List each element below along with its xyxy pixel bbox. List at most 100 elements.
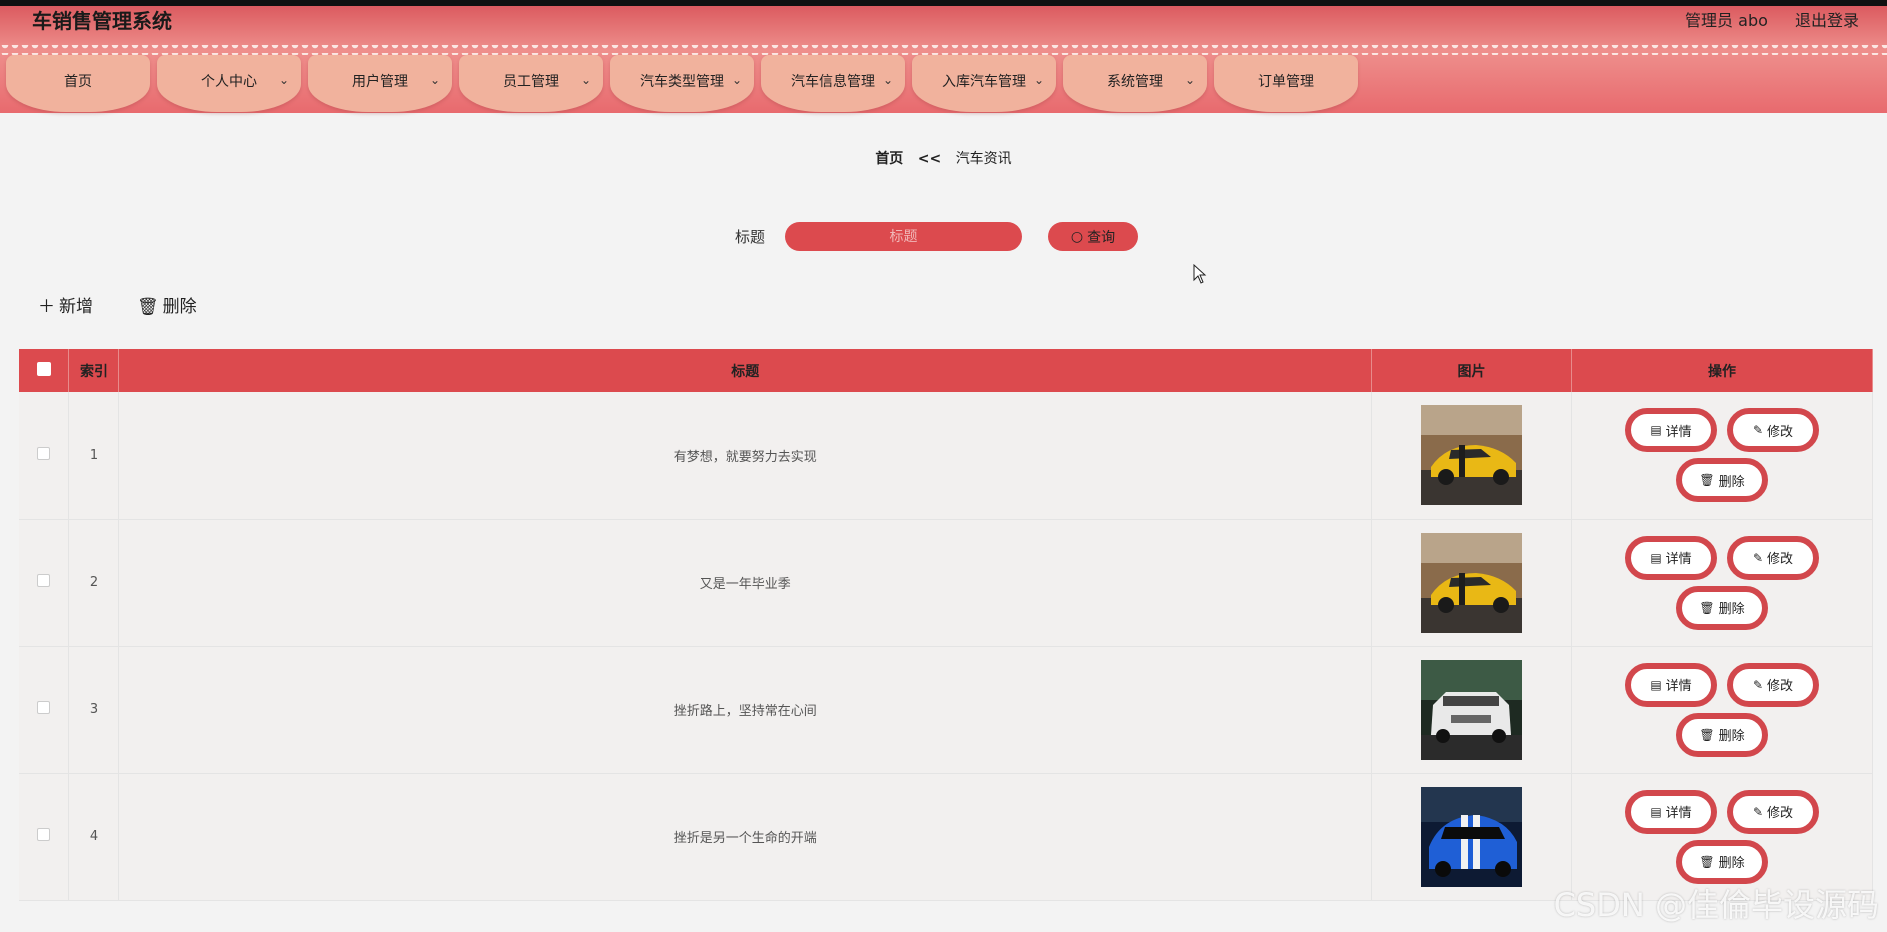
mouse-cursor-icon <box>1193 264 1207 284</box>
row-index: 3 <box>68 646 120 774</box>
menu-item-label: 订单管理 <box>1258 73 1314 90</box>
delete-button[interactable]: 🗑 删除 <box>1676 839 1768 884</box>
delete-button[interactable]: 🗑 删除 <box>1676 712 1768 757</box>
delete-button[interactable]: 🗑 删除 <box>1676 458 1768 503</box>
menu-item-home[interactable]: 首页 <box>6 55 150 112</box>
row-checkbox[interactable] <box>37 574 51 587</box>
chevron-down-icon: ⌄ <box>278 73 289 87</box>
delete-button-label: 删除 <box>1718 474 1745 490</box>
yellow-sports-car-image[interactable] <box>1421 532 1523 633</box>
query-button-label: 查询 <box>1087 229 1116 246</box>
menu-item-car-info-management[interactable]: 汽车信息管理 ⌄ <box>761 55 905 112</box>
row-actions-cell: ▤ 详情 ✎ 修改 🗑 删除 <box>1571 392 1873 520</box>
row-image-cell <box>1371 646 1572 774</box>
batch-delete-button-label: 删除 <box>162 297 197 317</box>
trash-icon: 🗑 <box>1699 854 1715 869</box>
breadcrumb-home[interactable]: 首页 <box>875 151 903 167</box>
blue-sports-car-image[interactable] <box>1421 786 1523 887</box>
detail-button-label: 详情 <box>1665 552 1692 567</box>
chevron-down-icon: ⌄ <box>882 73 893 87</box>
breadcrumb-current: 汽车资讯 <box>955 151 1012 167</box>
document-icon: ▤ <box>1650 550 1662 565</box>
batch-delete-button[interactable]: 🗑 删除 <box>137 292 197 317</box>
row-select-cell <box>19 519 70 647</box>
search-title-input[interactable] <box>785 222 1022 251</box>
pencil-icon: ✎ <box>1752 550 1764 565</box>
column-header-title: 标题 <box>118 349 1373 392</box>
search-icon: ○ <box>1070 228 1084 245</box>
news-table: 索引 标题 图片 操作 1 有梦想，就要努力去实现 ▤ 详情 ✎ 修改 🗑 删除… <box>19 349 1873 901</box>
watermark-text: CSDN @佳倫毕设源码 <box>1553 886 1879 924</box>
logout-link[interactable]: 退出登录 <box>1795 11 1859 30</box>
edit-button-label: 修改 <box>1767 806 1794 821</box>
row-checkbox[interactable] <box>37 446 51 460</box>
top-header: 车销售管理系统 管理员 abo 退出登录 首页 个人中心 ⌄ 用户管理 ⌄ 员工… <box>0 0 1887 113</box>
detail-button-label: 详情 <box>1665 806 1692 821</box>
edit-button[interactable]: ✎ 修改 <box>1727 408 1819 453</box>
user-area: 管理员 abo 退出登录 <box>1663 7 1859 31</box>
document-icon: ▤ <box>1650 423 1662 438</box>
breadcrumb-separator: << <box>917 151 942 167</box>
add-button[interactable]: ＋新增 <box>38 292 93 317</box>
edit-button[interactable]: ✎ 修改 <box>1727 789 1819 834</box>
trash-icon: 🗑 <box>137 297 159 317</box>
search-title-label: 标题 <box>735 228 766 246</box>
menu-item-car-type-management[interactable]: 汽车类型管理 ⌄ <box>610 55 754 112</box>
select-all-cell <box>19 349 70 392</box>
menu-item-stock-car-management[interactable]: 入库汽车管理 ⌄ <box>912 55 1056 112</box>
delete-button-label: 删除 <box>1718 602 1745 617</box>
table-row: 3 挫折路上，坚持常在心间 ▤ 详情 ✎ 修改 🗑 删除 <box>19 646 1873 774</box>
chevron-down-icon: ⌄ <box>1184 73 1195 87</box>
row-checkbox[interactable] <box>37 701 51 714</box>
chevron-down-icon: ⌄ <box>731 73 742 87</box>
row-image-cell <box>1371 519 1572 647</box>
plus-icon: ＋ <box>38 297 55 317</box>
row-checkbox[interactable] <box>37 828 51 841</box>
document-icon: ▤ <box>1650 804 1662 819</box>
pencil-icon: ✎ <box>1752 677 1764 692</box>
row-select-cell <box>19 646 70 774</box>
menu-item-system-management[interactable]: 系统管理 ⌄ <box>1063 55 1207 112</box>
document-icon: ▤ <box>1650 677 1662 692</box>
edit-button[interactable]: ✎ 修改 <box>1727 535 1819 580</box>
pencil-icon: ✎ <box>1752 423 1764 438</box>
detail-button[interactable]: ▤ 详情 <box>1625 535 1717 580</box>
column-header-index: 索引 <box>68 349 120 392</box>
menu-item-label: 汽车信息管理 <box>791 73 875 90</box>
chevron-down-icon: ⌄ <box>429 73 440 87</box>
detail-button[interactable]: ▤ 详情 <box>1625 408 1717 453</box>
row-index: 1 <box>68 392 120 520</box>
yellow-sports-car-image[interactable] <box>1421 405 1523 506</box>
query-button[interactable]: ○ 查询 <box>1048 222 1138 251</box>
row-image-cell <box>1371 392 1572 520</box>
table-row: 1 有梦想，就要努力去实现 ▤ 详情 ✎ 修改 🗑 删除 <box>19 392 1873 520</box>
menu-item-label: 汽车类型管理 <box>640 73 724 90</box>
edit-button-label: 修改 <box>1767 552 1794 567</box>
menu-item-user-management[interactable]: 用户管理 ⌄ <box>308 55 452 112</box>
row-select-cell <box>19 392 70 520</box>
table-row: 2 又是一年毕业季 ▤ 详情 ✎ 修改 🗑 删除 <box>19 519 1873 647</box>
column-header-image: 图片 <box>1371 349 1572 392</box>
select-all-checkbox[interactable] <box>36 361 51 376</box>
breadcrumb: 首页 << 汽车资讯 <box>0 148 1887 168</box>
top-edge <box>0 0 1887 6</box>
delete-button[interactable]: 🗑 删除 <box>1676 585 1768 630</box>
trash-icon: 🗑 <box>1699 727 1715 742</box>
chevron-down-icon: ⌄ <box>580 73 591 87</box>
trash-icon: 🗑 <box>1699 600 1715 615</box>
menu-item-label: 首页 <box>64 73 92 90</box>
detail-button[interactable]: ▤ 详情 <box>1625 662 1717 707</box>
pencil-icon: ✎ <box>1752 804 1764 819</box>
menu-item-personal-center[interactable]: 个人中心 ⌄ <box>157 55 301 112</box>
row-actions-cell: ▤ 详情 ✎ 修改 🗑 删除 <box>1571 519 1873 647</box>
white-suv-image[interactable] <box>1421 659 1523 760</box>
edit-button[interactable]: ✎ 修改 <box>1727 662 1819 707</box>
menu-item-staff-management[interactable]: 员工管理 ⌄ <box>459 55 603 112</box>
menu-item-order-management[interactable]: 订单管理 <box>1214 55 1358 112</box>
row-title: 挫折是另一个生命的开端 <box>118 773 1373 901</box>
user-role-name: 管理员 abo <box>1685 11 1768 30</box>
chevron-down-icon: ⌄ <box>1033 73 1044 87</box>
app-title: 车销售管理系统 <box>32 9 172 33</box>
menu-item-label: 员工管理 <box>503 73 559 90</box>
detail-button[interactable]: ▤ 详情 <box>1625 789 1717 834</box>
